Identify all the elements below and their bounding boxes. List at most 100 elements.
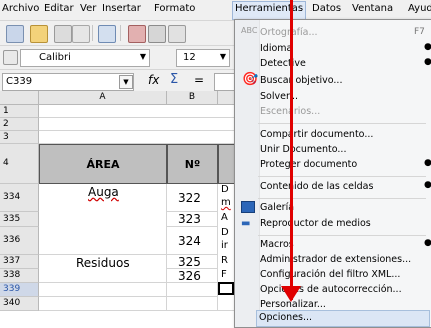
sum-icon[interactable]: Σ xyxy=(170,72,178,87)
row-header[interactable]: 3 xyxy=(0,131,39,144)
menu-separator xyxy=(258,123,426,124)
menu-insertar[interactable]: Insertar xyxy=(102,3,141,14)
menu-datos[interactable]: Datos xyxy=(312,3,341,14)
grid-cell[interactable] xyxy=(39,131,236,144)
menu-item-detective[interactable]: Detective xyxy=(260,56,428,71)
toolbar-separator xyxy=(92,25,93,41)
row-header[interactable]: 336 xyxy=(0,227,39,255)
print-icon[interactable] xyxy=(148,25,166,43)
menu-herramientas[interactable]: Herramientas xyxy=(232,1,307,20)
menu-separator xyxy=(258,176,426,177)
menu-item-opciones[interactable]: Opciones... xyxy=(256,310,430,327)
font-size-box[interactable]: 12 ▼ xyxy=(176,49,230,67)
goal-seek-icon: 🎯 xyxy=(242,72,259,87)
row-header[interactable]: 337 xyxy=(0,255,39,269)
menu-item-compartir-documento[interactable]: Compartir documento... xyxy=(260,127,428,142)
column-header-a[interactable]: A xyxy=(39,91,167,105)
menu-item-macros[interactable]: Macros xyxy=(260,237,428,252)
cell-fragment: R xyxy=(221,255,228,266)
grid-cell[interactable] xyxy=(167,297,218,311)
chevron-down-icon[interactable]: ▼ xyxy=(138,51,148,63)
menu-item-buscar-objetivo[interactable]: Buscar objetivo... xyxy=(260,73,428,88)
new-document-icon[interactable] xyxy=(6,25,24,43)
submenu-arrow-icon: ● xyxy=(424,158,431,168)
menu-separator xyxy=(258,235,426,236)
cell-residuos: Residuos xyxy=(76,256,130,270)
edit-mode-icon[interactable] xyxy=(98,25,116,43)
cell-number: 326 xyxy=(178,269,201,283)
menu-ayuda[interactable]: Ayuda xyxy=(408,3,431,14)
menu-ver[interactable]: Ver xyxy=(80,3,96,14)
menu-archivo[interactable]: Archivo xyxy=(2,3,39,14)
name-box[interactable]: C339 ▼ xyxy=(2,73,134,91)
chevron-down-icon[interactable]: ▼ xyxy=(218,51,228,63)
cell-fragment: D xyxy=(221,227,229,238)
open-folder-icon[interactable] xyxy=(30,25,48,43)
styles-icon[interactable] xyxy=(3,50,18,65)
menu-item-unir-documento[interactable]: Unir Documento... xyxy=(260,142,428,157)
font-size-value: 12 xyxy=(183,52,196,63)
active-cell-cursor[interactable] xyxy=(218,282,234,295)
cell-fragment: A xyxy=(221,212,228,223)
save-icon[interactable] xyxy=(54,25,72,43)
formula-bar: C339 ▼ fx Σ = xyxy=(0,70,236,92)
row-header[interactable]: 334 xyxy=(0,184,39,212)
menu-item-idioma[interactable]: Idioma xyxy=(260,41,428,56)
formula-input[interactable] xyxy=(214,73,236,91)
formatting-toolbar: Calibri ▼ 12 ▼ xyxy=(0,46,235,70)
submenu-arrow-icon: ● xyxy=(424,42,431,52)
cell-reference: C339 xyxy=(6,76,33,87)
menu-item-reproductor-medios[interactable]: Reproductor de medios xyxy=(260,216,428,231)
corner-select-all[interactable] xyxy=(0,91,39,105)
font-name-value: Calibri xyxy=(39,52,71,63)
header-cell-number[interactable]: Nº xyxy=(167,144,218,184)
media-player-icon: ▬ xyxy=(241,218,251,229)
spreadsheet-grid: A B 1 2 3 4 334 335 336 337 338 339 340 … xyxy=(0,91,237,326)
menu-item-ortografia[interactable]: Ortografía... xyxy=(260,25,428,40)
row-header[interactable]: 335 xyxy=(0,212,39,227)
cell-number: 325 xyxy=(178,255,201,269)
row-header[interactable]: 338 xyxy=(0,269,39,283)
menu-ventana[interactable]: Ventana xyxy=(352,3,393,14)
grid-cell[interactable] xyxy=(39,105,236,118)
shortcut-f7: F7 xyxy=(414,27,425,37)
cell-fragment: F xyxy=(221,269,227,280)
equals-icon[interactable]: = xyxy=(194,73,204,87)
row-header-selected[interactable]: 339 xyxy=(0,283,39,297)
grid-cell[interactable] xyxy=(39,297,167,311)
function-wizard-icon[interactable]: fx xyxy=(148,73,159,87)
email-icon[interactable] xyxy=(72,25,90,43)
print-preview-icon[interactable] xyxy=(168,25,186,43)
submenu-arrow-icon: ● xyxy=(424,180,431,190)
grid-cell[interactable] xyxy=(39,118,236,131)
menu-formato[interactable]: Formato xyxy=(154,3,195,14)
row-header[interactable]: 340 xyxy=(0,297,39,311)
row-header[interactable]: 4 xyxy=(0,144,39,184)
menu-item-proteger-documento[interactable]: Proteger documento xyxy=(260,157,428,172)
menu-item-contenido-celdas[interactable]: Contenido de las celdas xyxy=(260,179,428,194)
menu-item-galeria[interactable]: Galería xyxy=(260,200,428,215)
menu-item-administrador-extensiones[interactable]: Administrador de extensiones... xyxy=(260,252,428,267)
header-cell-area[interactable]: ÁREA xyxy=(39,144,167,184)
export-pdf-icon[interactable] xyxy=(128,25,146,43)
submenu-arrow-icon: ● xyxy=(424,238,431,248)
menu-item-escenarios[interactable]: Escenarios... xyxy=(260,104,428,119)
grid-cell[interactable] xyxy=(39,283,167,297)
cell-number: 323 xyxy=(178,212,201,226)
row-header[interactable]: 1 xyxy=(0,105,39,118)
spellcheck-icon: ABC xyxy=(241,26,258,35)
toolbar-separator xyxy=(120,25,121,41)
cell-number: 324 xyxy=(178,234,201,248)
gallery-icon xyxy=(241,201,255,213)
menu-editar[interactable]: Editar xyxy=(44,3,74,14)
grid-cell[interactable] xyxy=(167,283,218,297)
font-name-box[interactable]: Calibri ▼ xyxy=(20,49,150,67)
menu-item-filtro-xml[interactable]: Configuración del filtro XML... xyxy=(260,267,428,282)
standard-toolbar xyxy=(0,21,235,46)
cell-fragment: m xyxy=(221,197,231,208)
chevron-down-icon[interactable]: ▼ xyxy=(119,75,133,89)
column-header-b[interactable]: B xyxy=(167,91,218,105)
row-header[interactable]: 2 xyxy=(0,118,39,131)
menu-item-solver[interactable]: Solver... xyxy=(260,89,428,104)
annotation-arrow-line xyxy=(290,0,293,300)
